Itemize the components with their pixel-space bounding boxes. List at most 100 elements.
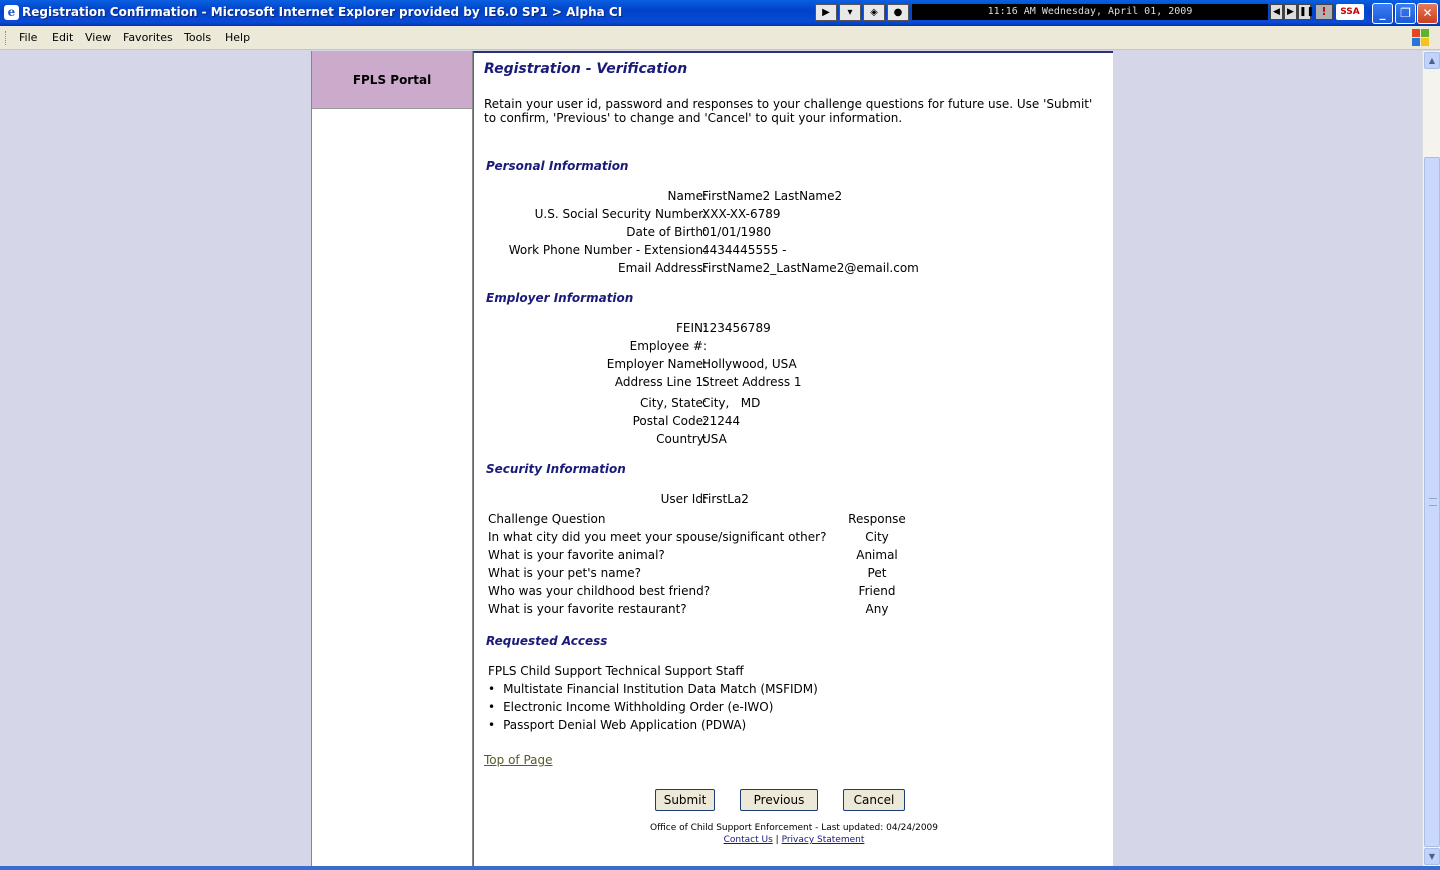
field-label: Country: <box>656 432 707 446</box>
requested-access-heading: Requested Access <box>486 634 608 648</box>
challenge-response: City <box>865 530 889 544</box>
next-icon[interactable]: ▶ <box>1284 4 1297 20</box>
field-value: 4434445555 - <box>702 243 787 257</box>
vertical-scrollbar[interactable]: ▲ ▼ <box>1422 51 1440 866</box>
challenge-response: Friend <box>858 584 896 598</box>
challenge-response: Any <box>865 602 889 616</box>
field-value: FirstName2_LastName2@email.com <box>702 261 919 275</box>
dropdown-widget-icon[interactable]: ▾ <box>839 4 861 21</box>
field-value: Street Address 1 <box>702 375 802 389</box>
footer-links: Contact Us | Privacy Statement <box>474 835 1114 845</box>
alert-icon[interactable]: ! <box>1315 4 1333 20</box>
access-role: FPLS Child Support Technical Support Sta… <box>488 664 744 678</box>
intro-text: Retain your user id, password and respon… <box>484 97 1093 125</box>
page-title: Registration - Verification <box>484 61 688 77</box>
scrollbar-thumb[interactable] <box>1424 157 1440 847</box>
menu-file[interactable]: File <box>19 31 37 44</box>
window-title-bar: e Registration Confirmation - Microsoft … <box>0 0 1440 26</box>
challenge-question-header: Challenge Question <box>488 512 606 526</box>
challenge-question: In what city did you meet your spouse/si… <box>488 530 827 544</box>
footer-text: Office of Child Support Enforcement - La… <box>649 823 939 833</box>
privacy-statement-link[interactable]: Privacy Statement <box>782 835 865 845</box>
field-value: 01/01/1980 <box>702 225 772 239</box>
taskbar-edge <box>0 866 1440 870</box>
field-row: Postal Code: 21244 <box>484 414 1104 432</box>
fpls-portal-link[interactable]: FPLS Portal <box>312 51 472 109</box>
menu-grip <box>5 31 8 45</box>
ssa-badge[interactable]: SSA <box>1336 4 1364 20</box>
challenge-question: What is your favorite animal? <box>488 548 665 562</box>
scroll-up-icon[interactable]: ▲ <box>1424 52 1440 69</box>
menu-help[interactable]: Help <box>225 31 250 44</box>
main-content: Registration - Verification Retain your … <box>473 51 1113 866</box>
field-value: 123456789 <box>702 321 771 335</box>
field-row: City, State: City, MD <box>484 396 1104 414</box>
access-item: Passport Denial Web Application (PDWA) <box>488 718 746 732</box>
field-row: FEIN: 123456789 <box>484 321 1104 339</box>
field-value: USA <box>702 432 727 446</box>
menu-edit[interactable]: Edit <box>52 31 73 44</box>
pause-icon[interactable]: ❚❚ <box>1298 4 1314 20</box>
field-label: Work Phone Number - Extension: <box>508 243 707 257</box>
menu-view[interactable]: View <box>85 31 111 44</box>
field-row: Date of Birth: 01/01/1980 <box>484 225 1104 243</box>
field-label: Employer Name: <box>606 357 707 371</box>
play-widget-icon[interactable]: ▶ <box>815 4 837 21</box>
record-widget-icon[interactable]: ● <box>887 4 909 21</box>
footer-separator: | <box>775 835 779 845</box>
scrollbar-grip <box>1429 498 1437 506</box>
field-value: XXX-XX-6789 <box>702 207 781 221</box>
toolbar-widgets: ▶ ▾ ◈ ● <box>815 4 909 21</box>
field-label: Date of Birth: <box>626 225 707 239</box>
field-label: U.S. Social Security Number: <box>534 207 707 221</box>
submit-button[interactable]: Submit <box>655 789 715 811</box>
close-button[interactable]: ✕ <box>1417 3 1438 24</box>
window-title: Registration Confirmation - Microsoft In… <box>22 5 623 19</box>
user-id-value: FirstLa2 <box>702 492 749 506</box>
cancel-button[interactable]: Cancel <box>843 789 905 811</box>
menu-tools[interactable]: Tools <box>184 31 211 44</box>
field-label: Address Line 1: <box>614 375 707 389</box>
employer-info-heading: Employer Information <box>486 291 634 305</box>
internet-explorer-icon[interactable]: e <box>4 5 19 20</box>
field-row: User Id: FirstLa2 <box>484 492 1104 510</box>
personal-info-heading: Personal Information <box>486 159 629 173</box>
prev-icon[interactable]: ◀ <box>1270 4 1283 20</box>
menu-favorites[interactable]: Favorites <box>123 31 173 44</box>
scroll-down-icon[interactable]: ▼ <box>1424 848 1440 865</box>
field-value: 21244 <box>702 414 741 428</box>
field-row: Address Line 1: Street Address 1 <box>484 375 1104 393</box>
minimize-button[interactable]: _ <box>1372 3 1393 24</box>
field-row: Country: USA <box>484 432 1104 450</box>
menu-bar: File Edit View Favorites Tools Help <box>0 26 1440 50</box>
security-info-heading: Security Information <box>486 462 626 476</box>
field-value: City, MD <box>702 396 761 410</box>
contact-us-link[interactable]: Contact Us <box>724 835 773 845</box>
challenge-question: What is your pet's name? <box>488 566 642 580</box>
field-row: Email Address: FirstName2_LastName2@email… <box>484 261 1104 279</box>
page-viewport: FPLS Portal Registration - Verification … <box>0 51 1422 866</box>
field-row: Employee #: <box>484 339 1104 357</box>
field-label: Email Address: <box>618 261 707 275</box>
challenge-question: Who was your childhood best friend? <box>488 584 711 598</box>
field-label: Postal Code: <box>632 414 707 428</box>
field-row: Employer Name: Hollywood, USA <box>484 357 1104 375</box>
field-value: Hollywood, USA <box>702 357 797 371</box>
field-value: FirstName2 LastName2 <box>702 189 843 203</box>
tag-widget-icon[interactable]: ◈ <box>863 4 885 21</box>
response-header: Response <box>848 512 906 526</box>
field-row: Work Phone Number - Extension: 4434445555… <box>484 243 1104 261</box>
clock-display: 11:16 AM Wednesday, April 01, 2009 <box>912 4 1268 20</box>
field-label: City, State: <box>640 396 707 410</box>
challenge-question: What is your favorite restaurant? <box>488 602 687 616</box>
maximize-button[interactable]: ❐ <box>1395 3 1416 24</box>
left-navigation: FPLS Portal <box>311 51 473 866</box>
field-row: U.S. Social Security Number: XXX-XX-6789 <box>484 207 1104 225</box>
previous-button[interactable]: Previous <box>740 789 818 811</box>
challenge-response: Animal <box>856 548 898 562</box>
ticker-nav: ◀ ▶ ❚❚ <box>1270 4 1314 20</box>
top-of-page-link[interactable]: Top of Page <box>484 753 553 767</box>
access-item: Electronic Income Withholding Order (e-I… <box>488 700 773 714</box>
field-row: Name: FirstName2 LastName2 <box>484 189 1104 207</box>
windows-logo-icon <box>1410 27 1430 47</box>
